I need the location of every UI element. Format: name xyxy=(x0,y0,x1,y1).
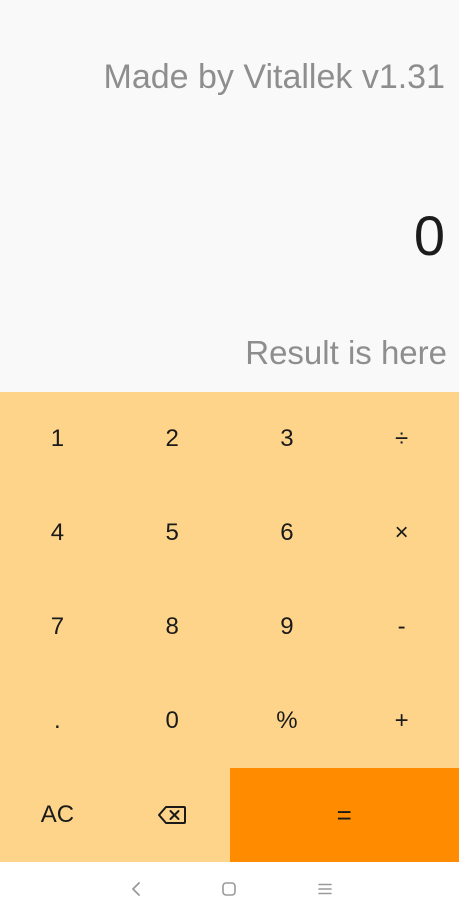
system-nav-bar xyxy=(0,862,459,917)
credit-label: Made by Vitallek v1.31 xyxy=(103,58,445,96)
nav-back-button[interactable] xyxy=(121,876,151,902)
equals-button[interactable]: = xyxy=(229,768,459,862)
key-plus[interactable]: + xyxy=(344,674,459,768)
key-decimal[interactable]: . xyxy=(0,674,115,768)
clear-button[interactable]: AC xyxy=(0,768,115,862)
nav-menu-button[interactable] xyxy=(310,876,340,902)
back-icon xyxy=(132,882,140,896)
key-minus[interactable]: - xyxy=(344,580,459,674)
key-percent[interactable]: % xyxy=(230,674,345,768)
expression-display: 0 xyxy=(413,204,445,267)
key-4[interactable]: 4 xyxy=(0,486,115,580)
key-0[interactable]: 0 xyxy=(115,674,230,768)
menu-icon xyxy=(318,883,332,895)
key-multiply[interactable]: × xyxy=(344,486,459,580)
key-2[interactable]: 2 xyxy=(115,392,230,486)
key-3[interactable]: 3 xyxy=(230,392,345,486)
key-9[interactable]: 9 xyxy=(230,580,345,674)
display-panel: Made by Vitallek v1.31 0 Result is here xyxy=(0,0,459,392)
keypad: 1 2 3 ÷ 4 5 6 × 7 8 9 - . 0 % + AC = xyxy=(0,392,459,862)
key-5[interactable]: 5 xyxy=(115,486,230,580)
home-icon xyxy=(222,882,236,896)
backspace-button[interactable] xyxy=(115,768,230,862)
calculator-app: Made by Vitallek v1.31 0 Result is here … xyxy=(0,0,459,917)
key-8[interactable]: 8 xyxy=(115,580,230,674)
key-divide[interactable]: ÷ xyxy=(344,392,459,486)
backspace-icon xyxy=(158,806,187,824)
key-6[interactable]: 6 xyxy=(230,486,345,580)
key-7[interactable]: 7 xyxy=(0,580,115,674)
key-1[interactable]: 1 xyxy=(0,392,115,486)
nav-home-button[interactable] xyxy=(214,876,244,902)
result-display: Result is here xyxy=(245,334,447,371)
